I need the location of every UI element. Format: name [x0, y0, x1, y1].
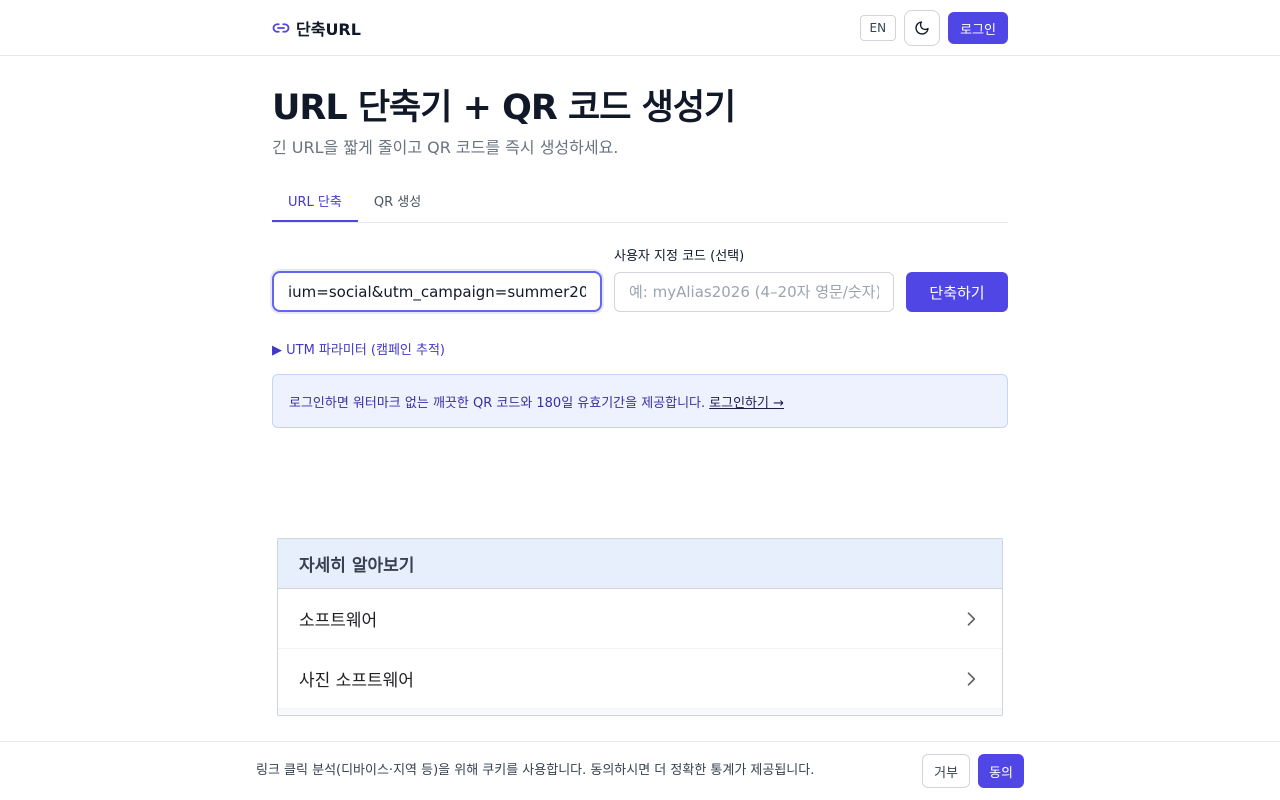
cookie-text: 링크 클릭 분석(디바이스·지역 등)을 위해 쿠키를 사용합니다. 동의하시면… — [256, 763, 815, 778]
shorten-button[interactable]: 단축하기 — [906, 272, 1008, 312]
login-info-banner: 로그인하면 워터마크 없는 깨끗한 QR 코드와 180일 유효기간을 제공합니… — [272, 374, 1008, 428]
shorten-form: 사용자 지정 코드 (선택) 단축하기 — [272, 248, 1008, 312]
alias-label: 사용자 지정 코드 (선택) — [614, 249, 745, 264]
brand-name: 단축URL — [296, 20, 361, 39]
cookie-actions: 거부 동의 — [922, 754, 1024, 788]
learn-more-footer — [278, 709, 1002, 715]
theme-toggle-button[interactable] — [904, 10, 941, 46]
moon-icon — [915, 21, 929, 35]
brand-logo[interactable]: 단축URL — [272, 16, 361, 40]
login-link[interactable]: 로그인하기 → — [709, 392, 784, 411]
link-icon — [272, 23, 290, 33]
login-button[interactable]: 로그인 — [948, 12, 1008, 44]
site-header: 단축URL EN 로그인 — [0, 0, 1280, 56]
learn-item-label: 소프트웨어 — [299, 611, 378, 631]
language-button[interactable]: EN — [859, 15, 897, 41]
chevron-right-icon — [967, 671, 976, 686]
main-content: URL 단축기 + QR 코드 생성기 긴 URL을 짧게 줄이고 QR 코드를… — [272, 56, 1008, 428]
utm-toggle[interactable]: ▶ UTM 파라미터 (캠페인 추적) — [272, 338, 1008, 358]
learn-item-photo-software[interactable]: 사진 소프트웨어 — [278, 649, 1002, 709]
page-subtitle: 긴 URL을 짧게 줄이고 QR 코드를 즉시 생성하세요. — [272, 138, 619, 157]
cookie-deny-button[interactable]: 거부 — [922, 754, 971, 788]
cookie-agree-button[interactable]: 동의 — [978, 754, 1024, 788]
url-input[interactable] — [272, 271, 602, 312]
alias-input[interactable] — [614, 272, 894, 312]
tab-bar: URL 단축 QR 생성 — [272, 184, 1008, 223]
learn-item-label: 사진 소프트웨어 — [299, 671, 414, 691]
cookie-banner: 링크 클릭 분석(디바이스·지역 등)을 위해 쿠키를 사용합니다. 동의하시면… — [0, 741, 1280, 800]
learn-more-heading: 자세히 알아보기 — [278, 539, 1002, 589]
info-text: 로그인하면 워터마크 없는 깨끗한 QR 코드와 180일 유효기간을 제공합니… — [289, 395, 706, 411]
header-inner: 단축URL EN 로그인 — [272, 0, 1008, 56]
tab-qr-generate[interactable]: QR 생성 — [358, 184, 437, 222]
header-actions: EN 로그인 — [859, 10, 1008, 46]
chevron-right-icon — [967, 611, 976, 626]
url-field — [272, 271, 602, 312]
learn-more-panel: 자세히 알아보기 소프트웨어 사진 소프트웨어 — [277, 538, 1003, 716]
tab-url-shorten[interactable]: URL 단축 — [272, 184, 358, 222]
alias-field: 사용자 지정 코드 (선택) — [614, 249, 894, 312]
page-title: URL 단축기 + QR 코드 생성기 — [272, 88, 736, 128]
learn-item-software[interactable]: 소프트웨어 — [278, 589, 1002, 649]
